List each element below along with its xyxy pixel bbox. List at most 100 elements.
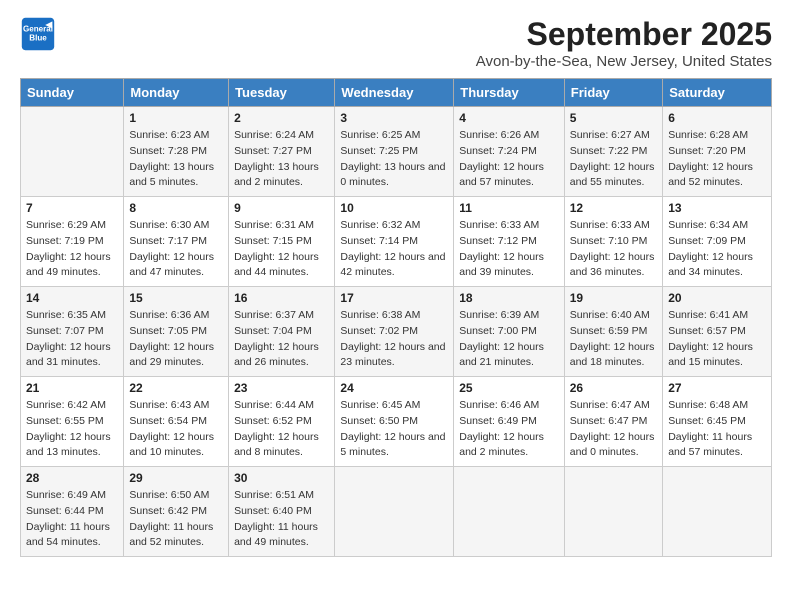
day-number: 18: [459, 291, 559, 305]
calendar-cell: 25Sunrise: 6:46 AMSunset: 6:49 PMDayligh…: [454, 377, 565, 467]
calendar-cell: 19 Sunrise: 6:40 AMSunset: 6:59 PMDayligh…: [564, 287, 662, 377]
day-info: Sunrise: 6:45 AMSunset: 6:50 PMDaylight:…: [340, 398, 448, 461]
day-info: Sunrise: 6:32 AMSunset: 7:14 PMDaylight:…: [340, 218, 448, 281]
day-number: 17: [340, 291, 448, 305]
svg-text:Blue: Blue: [29, 33, 47, 42]
day-info: Sunrise: 6:49 AMSunset: 6:44 PMDaylight:…: [26, 488, 118, 551]
day-info: Sunrise: 6:50 AMSunset: 6:42 PMDaylight:…: [129, 488, 223, 551]
day-info: Sunrise: 6:30 AMSunset: 7:17 PMDaylight:…: [129, 218, 223, 281]
column-header-saturday: Saturday: [663, 79, 772, 107]
calendar-cell: 15Sunrise: 6:36 AMSunset: 7:05 PMDayligh…: [124, 287, 229, 377]
calendar-cell: 30 Sunrise: 6:51 AMSunset: 6:40 PMDayligh…: [229, 467, 335, 557]
calendar-cell: [335, 467, 454, 557]
subtitle: Avon-by-the-Sea, New Jersey, United Stat…: [476, 53, 772, 70]
calendar-cell: 26Sunrise: 6:47 AMSunset: 6:47 PMDayligh…: [564, 377, 662, 467]
calendar-cell: 5 Sunrise: 6:27 AMSunset: 7:22 PMDaylight…: [564, 107, 662, 197]
day-info: Sunrise: 6:38 AMSunset: 7:02 PMDaylight:…: [340, 308, 448, 371]
day-info: Sunrise: 6:23 AMSunset: 7:28 PMDaylight:…: [129, 128, 223, 191]
day-info: Sunrise: 6:41 AMSunset: 6:57 PMDaylight:…: [668, 308, 766, 371]
day-info: Sunrise: 6:35 AMSunset: 7:07 PMDaylight:…: [26, 308, 118, 371]
column-header-tuesday: Tuesday: [229, 79, 335, 107]
day-info: Sunrise: 6:43 AMSunset: 6:54 PMDaylight:…: [129, 398, 223, 461]
header-row: SundayMondayTuesdayWednesdayThursdayFrid…: [21, 79, 772, 107]
day-number: 6: [668, 111, 766, 125]
week-row-5: 28 Sunrise: 6:49 AMSunset: 6:44 PMDayligh…: [21, 467, 772, 557]
calendar-cell: 10 Sunrise: 6:32 AMSunset: 7:14 PMDayligh…: [335, 197, 454, 287]
calendar-cell: 21Sunrise: 6:42 AMSunset: 6:55 PMDayligh…: [21, 377, 124, 467]
logo-icon: General Blue: [20, 16, 56, 52]
day-info: Sunrise: 6:48 AMSunset: 6:45 PMDaylight:…: [668, 398, 766, 461]
calendar-cell: 8 Sunrise: 6:30 AMSunset: 7:17 PMDaylight…: [124, 197, 229, 287]
day-info: Sunrise: 6:51 AMSunset: 6:40 PMDaylight:…: [234, 488, 329, 551]
day-info: Sunrise: 6:33 AMSunset: 7:12 PMDaylight:…: [459, 218, 559, 281]
column-header-friday: Friday: [564, 79, 662, 107]
day-number: 24: [340, 381, 448, 395]
day-info: Sunrise: 6:37 AMSunset: 7:04 PMDaylight:…: [234, 308, 329, 371]
day-number: 29: [129, 471, 223, 485]
calendar-cell: [564, 467, 662, 557]
calendar-cell: 7 Sunrise: 6:29 AMSunset: 7:19 PMDaylight…: [21, 197, 124, 287]
calendar-cell: 27Sunrise: 6:48 AMSunset: 6:45 PMDayligh…: [663, 377, 772, 467]
day-number: 5: [570, 111, 657, 125]
day-info: Sunrise: 6:27 AMSunset: 7:22 PMDaylight:…: [570, 128, 657, 191]
day-number: 15: [129, 291, 223, 305]
day-number: 16: [234, 291, 329, 305]
week-row-1: 1 Sunrise: 6:23 AMSunset: 7:28 PMDaylight…: [21, 107, 772, 197]
column-header-thursday: Thursday: [454, 79, 565, 107]
week-row-2: 7 Sunrise: 6:29 AMSunset: 7:19 PMDaylight…: [21, 197, 772, 287]
calendar-cell: 20 Sunrise: 6:41 AMSunset: 6:57 PMDayligh…: [663, 287, 772, 377]
day-number: 19: [570, 291, 657, 305]
calendar-cell: 17 Sunrise: 6:38 AMSunset: 7:02 PMDayligh…: [335, 287, 454, 377]
calendar-cell: 18 Sunrise: 6:39 AMSunset: 7:00 PMDayligh…: [454, 287, 565, 377]
column-header-sunday: Sunday: [21, 79, 124, 107]
calendar-cell: [21, 107, 124, 197]
calendar-cell: 11 Sunrise: 6:33 AMSunset: 7:12 PMDayligh…: [454, 197, 565, 287]
day-info: Sunrise: 6:25 AMSunset: 7:25 PMDaylight:…: [340, 128, 448, 191]
day-info: Sunrise: 6:46 AMSunset: 6:49 PMDaylight:…: [459, 398, 559, 461]
calendar-cell: 4Sunrise: 6:26 AMSunset: 7:24 PMDaylight…: [454, 107, 565, 197]
day-number: 11: [459, 201, 559, 215]
calendar-cell: 13 Sunrise: 6:34 AMSunset: 7:09 PMDayligh…: [663, 197, 772, 287]
column-header-wednesday: Wednesday: [335, 79, 454, 107]
day-info: Sunrise: 6:28 AMSunset: 7:20 PMDaylight:…: [668, 128, 766, 191]
calendar-cell: 28 Sunrise: 6:49 AMSunset: 6:44 PMDayligh…: [21, 467, 124, 557]
day-number: 22: [129, 381, 223, 395]
day-number: 2: [234, 111, 329, 125]
main-title: September 2025: [476, 16, 772, 53]
day-number: 9: [234, 201, 329, 215]
day-info: Sunrise: 6:29 AMSunset: 7:19 PMDaylight:…: [26, 218, 118, 281]
day-number: 30: [234, 471, 329, 485]
day-number: 23: [234, 381, 329, 395]
day-number: 13: [668, 201, 766, 215]
day-info: Sunrise: 6:39 AMSunset: 7:00 PMDaylight:…: [459, 308, 559, 371]
calendar-cell: 16 Sunrise: 6:37 AMSunset: 7:04 PMDayligh…: [229, 287, 335, 377]
calendar-cell: 12Sunrise: 6:33 AMSunset: 7:10 PMDayligh…: [564, 197, 662, 287]
day-info: Sunrise: 6:47 AMSunset: 6:47 PMDaylight:…: [570, 398, 657, 461]
day-info: Sunrise: 6:40 AMSunset: 6:59 PMDaylight:…: [570, 308, 657, 371]
day-number: 14: [26, 291, 118, 305]
calendar-cell: 9Sunrise: 6:31 AMSunset: 7:15 PMDaylight…: [229, 197, 335, 287]
calendar-cell: [663, 467, 772, 557]
calendar-cell: 3 Sunrise: 6:25 AMSunset: 7:25 PMDaylight…: [335, 107, 454, 197]
day-number: 12: [570, 201, 657, 215]
day-number: 4: [459, 111, 559, 125]
day-number: 10: [340, 201, 448, 215]
day-number: 7: [26, 201, 118, 215]
day-number: 28: [26, 471, 118, 485]
calendar-cell: 24 Sunrise: 6:45 AMSunset: 6:50 PMDayligh…: [335, 377, 454, 467]
calendar-cell: 2Sunrise: 6:24 AMSunset: 7:27 PMDaylight…: [229, 107, 335, 197]
day-info: Sunrise: 6:44 AMSunset: 6:52 PMDaylight:…: [234, 398, 329, 461]
title-area: September 2025 Avon-by-the-Sea, New Jers…: [476, 16, 772, 70]
day-number: 3: [340, 111, 448, 125]
calendar-cell: [454, 467, 565, 557]
day-number: 21: [26, 381, 118, 395]
day-info: Sunrise: 6:34 AMSunset: 7:09 PMDaylight:…: [668, 218, 766, 281]
calendar-cell: 14 Sunrise: 6:35 AMSunset: 7:07 PMDayligh…: [21, 287, 124, 377]
day-number: 8: [129, 201, 223, 215]
column-header-monday: Monday: [124, 79, 229, 107]
logo: General Blue: [20, 16, 56, 52]
day-number: 20: [668, 291, 766, 305]
day-number: 1: [129, 111, 223, 125]
page-header: General Blue September 2025 Avon-by-the-…: [20, 16, 772, 70]
calendar-cell: 23 Sunrise: 6:44 AMSunset: 6:52 PMDayligh…: [229, 377, 335, 467]
